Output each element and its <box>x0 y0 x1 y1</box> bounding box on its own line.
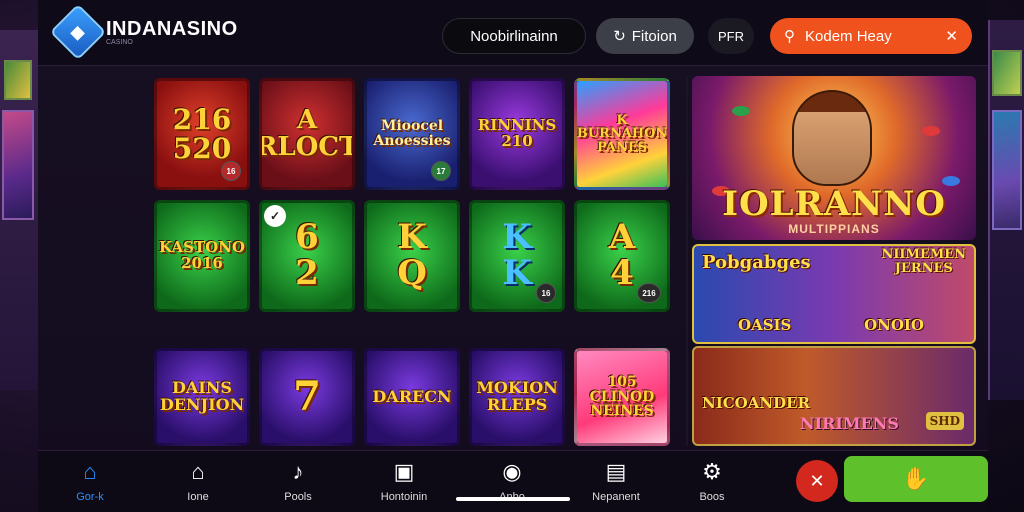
game-tile[interactable]: RINNINS 210 <box>469 78 565 190</box>
game-tile[interactable]: MOKION RLEPS <box>469 348 565 446</box>
game-title: DAINS DENJION <box>159 378 245 414</box>
game-title: A RLOCT <box>259 104 355 162</box>
promo-button[interactable]: ↻ Fitoion <box>596 18 694 54</box>
promo-banner-heroes[interactable]: NICOANDER NIRIMENS SHD <box>692 346 976 446</box>
refresh-icon: ↻ <box>613 28 626 45</box>
game-badge: 16 <box>221 161 241 181</box>
game-title: 6 2 <box>295 217 319 293</box>
nav-item-ione[interactable]: ⌂ Ione <box>158 457 238 509</box>
nav-label: Ione <box>187 491 209 503</box>
game-tile[interactable]: K K 16 <box>469 200 565 312</box>
promo-label: Fitoion <box>631 27 677 45</box>
game-tile[interactable]: 216 520 16 <box>154 78 250 190</box>
arcade-cabinet-left <box>0 30 40 390</box>
promo-title-left: NICOANDER <box>702 394 810 412</box>
favorite-icon[interactable]: ✓ <box>264 205 286 227</box>
game-tile[interactable]: K Q <box>364 200 460 312</box>
language-button[interactable]: PFR <box>708 18 754 54</box>
nav-item-hontoinin[interactable]: ▣ Hontoinin <box>364 457 444 509</box>
nav-item-pools[interactable]: ♪ Pools <box>258 457 338 509</box>
music-icon: ♪ <box>292 459 304 484</box>
nav-item-boos[interactable]: ⚙ Boos <box>672 457 752 509</box>
nav-label: Gor-k <box>76 491 104 503</box>
promo-title-center: NIRIMENS <box>800 414 899 433</box>
promo-tag-right: ONOIO <box>864 316 924 334</box>
cabinet-screen <box>4 60 32 100</box>
featured-title: IOLRANNO <box>722 184 946 224</box>
language-label: PFR <box>718 28 744 44</box>
nav-label: Nepanent <box>592 491 640 503</box>
search-icon: ⚲ <box>784 28 795 45</box>
game-title: K BURNAHON PANES <box>576 112 668 155</box>
arcade-cabinet-right <box>988 20 1024 400</box>
cabinet-screen <box>992 110 1022 230</box>
house-icon: ⌂ <box>191 459 205 484</box>
game-title: Mioocel Anoessies <box>373 118 451 149</box>
game-title: A 4 <box>608 217 636 293</box>
chip-icon <box>922 126 940 136</box>
game-badge: 216 <box>637 283 661 303</box>
game-badge: 17 <box>431 161 451 181</box>
nav-label: Boos <box>699 491 725 503</box>
hand-icon: ✋ <box>902 466 930 491</box>
logo-icon: ◆ <box>49 3 107 61</box>
game-tile[interactable]: 7 <box>259 348 355 446</box>
game-title: MOKION RLEPS <box>476 378 558 414</box>
cabinet-screen <box>2 110 34 220</box>
home-icon: ⌂ <box>83 459 97 484</box>
play-button[interactable]: ✋ <box>844 456 988 502</box>
nav-label: Hontoinin <box>380 491 428 503</box>
game-tile[interactable]: Mioocel Anoessies 17 <box>364 78 460 190</box>
game-title: 7 <box>293 373 321 420</box>
nav-label: Pools <box>284 491 312 503</box>
bag-icon: ▤ <box>605 459 627 484</box>
promo-tag-left: OASIS <box>738 316 792 334</box>
character-portrait <box>792 90 872 186</box>
brand-name: INDANASINO <box>106 18 238 40</box>
promo-banner-multiplayer[interactable]: Pobgabges NIIMEMEN JERNES OASIS ONOIO <box>692 244 976 344</box>
game-title: 216 520 <box>172 102 232 165</box>
game-tile[interactable]: A 4 216 <box>574 200 670 312</box>
game-tile[interactable]: A RLOCT <box>259 78 355 190</box>
featured-panel: IOLRANNO MULTIPPIANS Pobgabges NIIMEMEN … <box>686 76 976 446</box>
search-button[interactable]: ⚲ Kodem Heay ✕ <box>770 18 972 54</box>
game-badge: 16 <box>536 283 556 303</box>
cabinet-screen <box>992 50 1022 96</box>
brand-logo[interactable]: ◆ INDANASINO CASINO <box>49 3 238 61</box>
game-tile[interactable]: DAINS DENJION <box>154 348 250 446</box>
game-title: RINNINS 210 <box>477 116 557 150</box>
featured-banner[interactable]: IOLRANNO MULTIPPIANS <box>692 76 976 240</box>
game-tile[interactable]: KASTONO 2016 <box>154 200 250 312</box>
casino-app: ◆ INDANASINO CASINO Noobirlinainn ↻ Fito… <box>38 0 988 512</box>
user-label: Noobirlinainn <box>470 27 558 45</box>
header: ◆ INDANASINO CASINO Noobirlinainn ↻ Fito… <box>38 0 988 66</box>
gauge-icon: ◉ <box>502 459 522 484</box>
featured-subtitle: MULTIPPIANS <box>788 222 880 236</box>
gear-icon: ⚙ <box>702 459 722 484</box>
game-title: DARECN <box>372 386 452 406</box>
slot-icon: ▣ <box>393 459 415 484</box>
nav-item-nepanent[interactable]: ▤ Nepanent <box>576 457 656 509</box>
nav-item-anbo[interactable]: ◉ Anbo <box>472 457 552 509</box>
search-label: Kodem Heay <box>805 27 892 45</box>
promo-title-left: Pobgabges <box>702 252 811 273</box>
home-indicator[interactable] <box>456 497 570 501</box>
game-tile[interactable]: 6 2 ✓ <box>259 200 355 312</box>
game-title: K Q <box>397 217 427 293</box>
game-title: K K <box>502 217 532 293</box>
game-title: KASTONO 2016 <box>159 238 245 272</box>
game-tile[interactable]: DARECN <box>364 348 460 446</box>
chip-icon <box>732 106 750 116</box>
game-tile[interactable]: K BURNAHON PANES <box>574 78 670 190</box>
close-icon[interactable]: ✕ <box>945 27 958 45</box>
promo-title-right: NIIMEMEN JERNES <box>881 247 966 277</box>
close-button[interactable]: ✕ <box>796 460 838 502</box>
nav-item-home[interactable]: ⌂ Gor-k <box>50 457 130 509</box>
game-title: 105 CLINOD NEINES <box>589 373 655 420</box>
game-tile[interactable]: 105 CLINOD NEINES <box>574 348 670 446</box>
user-button[interactable]: Noobirlinainn <box>442 18 586 54</box>
promo-tag: SHD <box>925 412 964 430</box>
